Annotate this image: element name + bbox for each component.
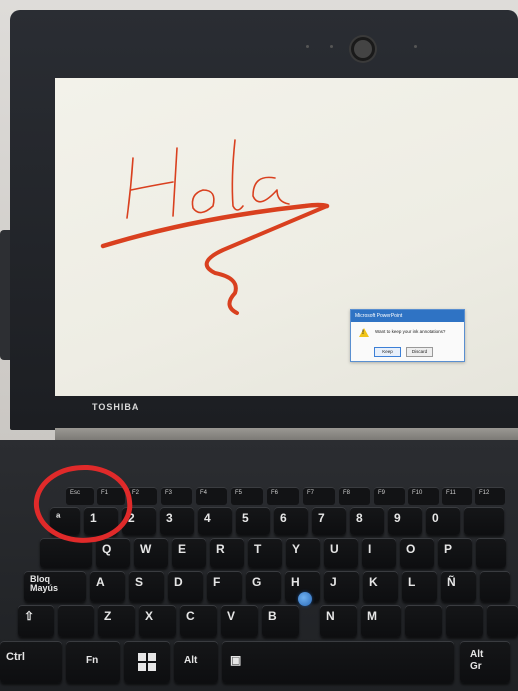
key-d[interactable]: D [168,571,203,602]
key-r[interactable]: R [210,538,244,568]
key-f9[interactable]: F9 [374,487,405,505]
key-y[interactable]: Y [286,538,320,568]
key-6[interactable]: 6 [274,507,308,535]
key-f[interactable]: F [207,571,242,602]
key-x[interactable]: X [139,605,176,637]
key-f6[interactable]: F6 [267,487,299,505]
key-c[interactable]: C [180,605,217,637]
key-space[interactable]: ▣ [222,641,454,683]
key-w[interactable]: W [134,538,168,568]
microphone-dot [306,45,309,48]
key-acute[interactable] [480,571,510,602]
key-windows[interactable] [124,641,170,683]
key-z[interactable]: Z [98,605,135,637]
key-f7[interactable]: F7 [303,487,335,505]
key-k[interactable]: K [363,571,398,602]
key-f10[interactable]: F10 [408,487,439,505]
key-f8[interactable]: F8 [339,487,370,505]
key-t[interactable]: T [248,538,282,568]
key-a[interactable]: A [90,571,125,602]
key-f11[interactable]: F11 [442,487,472,505]
key-apostrophe[interactable] [464,507,504,535]
key-f4[interactable]: F4 [196,487,227,505]
ink-squiggle-stroke [204,204,329,315]
key-angle[interactable] [58,605,94,637]
key-u[interactable]: U [324,538,358,568]
key-n-tilde[interactable]: Ñ [441,571,476,602]
key-p[interactable]: P [438,538,472,568]
key-f2[interactable]: F2 [128,487,157,505]
key-m[interactable]: M [361,605,401,637]
key-b[interactable]: B [262,605,299,637]
key-8[interactable]: 8 [350,507,384,535]
key-s[interactable]: S [129,571,164,602]
key-period[interactable] [446,605,483,637]
dialog-title: Microsoft PowerPoint [351,310,464,322]
keep-button[interactable]: Keep [374,347,401,357]
ink-underline-stroke [100,202,330,249]
key-f12[interactable]: F12 [475,487,505,505]
key-q[interactable]: Q [96,538,130,568]
ink-letter-a [252,176,290,205]
key-3[interactable]: 3 [160,507,194,535]
key-ctrl[interactable]: Ctrl [0,641,62,683]
key-caps-lock[interactable]: Bloq Mayús [24,571,86,602]
key-i[interactable]: I [362,538,396,568]
key-l[interactable]: L [402,571,437,602]
key-g[interactable]: G [246,571,281,602]
microphone-dot [330,45,333,48]
key-alt-gr[interactable]: Alt Gr [460,641,510,683]
webcam-icon [351,37,375,61]
ink-letter-h [130,181,174,191]
key-f3[interactable]: F3 [161,487,192,505]
laptop-screen: Microsoft PowerPoint ! Want to keep your… [55,78,518,396]
key-v[interactable]: V [221,605,258,637]
key-j[interactable]: J [324,571,359,602]
key-grave[interactable] [476,538,506,568]
key-comma[interactable] [405,605,442,637]
laptop-photo: Microsoft PowerPoint ! Want to keep your… [0,0,518,691]
discard-button[interactable]: Discard [406,347,433,357]
key-7[interactable]: 7 [312,507,346,535]
brand-logo: TOSHIBA [92,402,140,412]
ink-letter-o [191,189,215,214]
windows-logo-icon [138,653,156,671]
warning-icon [359,328,369,337]
key-n[interactable]: N [320,605,357,637]
ime-icon: ▣ [230,653,242,667]
key-shift[interactable]: ⇧ [18,605,54,637]
key-minus[interactable] [487,605,518,637]
dialog-message: Want to keep your ink annotations? [375,329,446,334]
microphone-dot [414,45,417,48]
key-f5[interactable]: F5 [231,487,263,505]
key-o[interactable]: O [400,538,434,568]
key-0[interactable]: 0 [426,507,460,535]
key-alt[interactable]: Alt [174,641,218,683]
warning-mark-icon: ! [362,330,364,336]
key-4[interactable]: 4 [198,507,232,535]
key-9[interactable]: 9 [388,507,422,535]
key-5[interactable]: 5 [236,507,270,535]
ink-letter-l [231,139,244,211]
key-fn[interactable]: Fn [66,641,120,683]
ink-letter-h [126,157,134,219]
powerpoint-dialog: Microsoft PowerPoint ! Want to keep your… [350,309,465,362]
trackpoint[interactable] [298,592,312,606]
key-e[interactable]: E [172,538,206,568]
